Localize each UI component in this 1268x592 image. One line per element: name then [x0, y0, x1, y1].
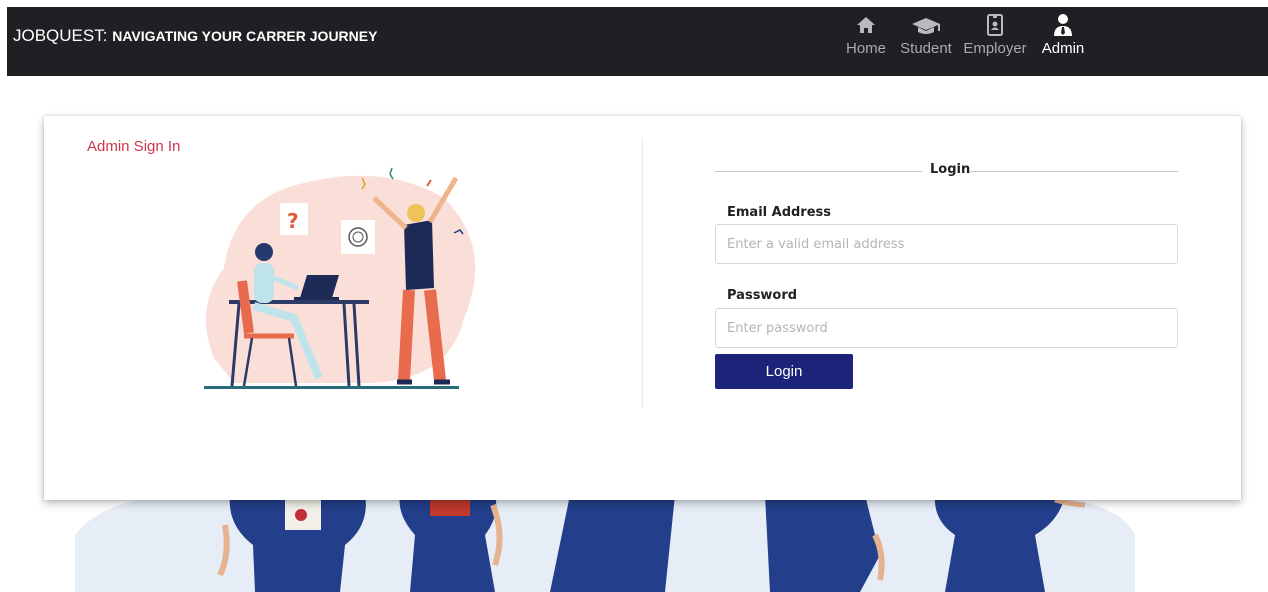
sign-in-card: Admin Sign In ? Login Email Address Ente…	[44, 116, 1241, 500]
nav-label-home: Home	[845, 40, 886, 57]
nav-label-admin: Admin	[1041, 40, 1085, 57]
legend-line-left	[715, 171, 922, 172]
brand-title[interactable]: JOBQUEST: NAVIGATING YOUR CARRER JOURNEY	[13, 26, 377, 46]
graduation-cap-icon	[912, 18, 940, 34]
brand-main: JOBQUEST:	[13, 26, 108, 45]
login-button[interactable]: Login	[715, 354, 853, 389]
id-badge-icon	[987, 14, 1003, 36]
nav-label-employer: Employer	[963, 40, 1027, 57]
card-title: Admin Sign In	[87, 138, 181, 155]
brand-subtitle: NAVIGATING YOUR CARRER JOURNEY	[112, 28, 378, 44]
vertical-divider	[642, 138, 643, 408]
login-heading: Login	[930, 162, 971, 177]
nav-item-student[interactable]: Student	[897, 12, 955, 68]
email-label: Email Address	[727, 205, 832, 220]
graduates-background-illustration	[75, 495, 1135, 592]
email-input[interactable]	[715, 224, 1178, 264]
nav-label-student: Student	[900, 40, 952, 57]
office-celebration-illustration: ?	[204, 167, 476, 389]
top-navbar: JOBQUEST: NAVIGATING YOUR CARRER JOURNEY…	[7, 7, 1268, 76]
svg-text:?: ?	[287, 209, 299, 233]
nav-item-home[interactable]: Home	[841, 12, 891, 68]
nav-item-employer[interactable]: Employer	[962, 12, 1028, 68]
password-label: Password	[727, 288, 798, 303]
password-input[interactable]	[715, 308, 1178, 348]
home-icon	[857, 17, 875, 33]
nav-item-admin[interactable]: Admin	[1038, 12, 1088, 68]
login-legend: Login	[715, 162, 1178, 182]
legend-line-right	[970, 171, 1178, 172]
user-tie-icon	[1054, 14, 1072, 36]
